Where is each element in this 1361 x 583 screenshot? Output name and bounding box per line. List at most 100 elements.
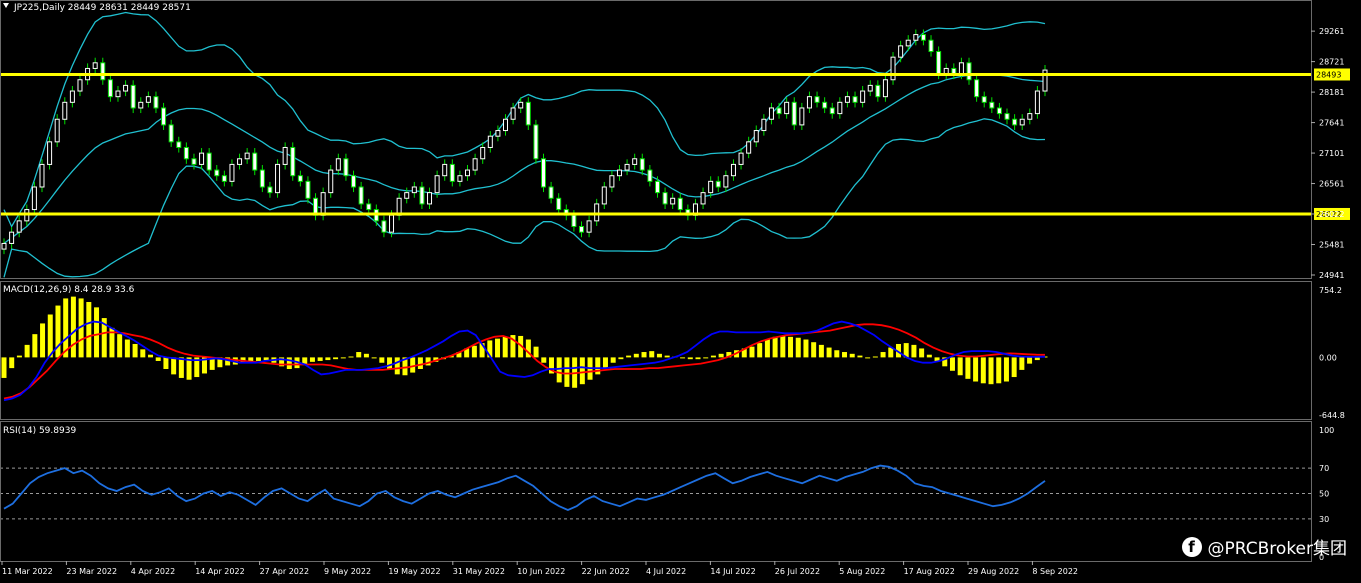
macd-histogram-bar xyxy=(687,357,693,360)
candle-body xyxy=(578,226,584,233)
macd-histogram-bar xyxy=(626,355,632,358)
candle-body xyxy=(259,169,265,188)
candle-body xyxy=(221,175,227,182)
macd-histogram-bar xyxy=(16,355,22,358)
candle-body xyxy=(328,169,334,194)
macd-signal-line xyxy=(3,323,1046,400)
candle-body xyxy=(1,242,7,250)
date-label: 22 Jun 2022 xyxy=(582,567,630,576)
macd-histogram-bar xyxy=(1,357,7,378)
candle-body xyxy=(936,51,942,75)
macd-histogram-bar xyxy=(872,356,878,358)
candle-body xyxy=(540,158,546,188)
candle-body xyxy=(981,96,987,103)
macd-histogram-bar xyxy=(363,353,369,358)
candle-body xyxy=(837,101,843,115)
macd-histogram-bar xyxy=(356,352,362,358)
candle-body xyxy=(548,186,554,199)
macd-histogram-bar xyxy=(24,344,30,358)
candle-body xyxy=(875,84,881,98)
candle-body xyxy=(1004,113,1010,120)
macd-histogram-bar xyxy=(680,357,686,359)
rsi-panel xyxy=(0,464,1311,520)
candle-body xyxy=(335,158,341,171)
price-panel xyxy=(0,11,1311,278)
candle-body xyxy=(237,158,243,165)
macd-histogram-bar xyxy=(710,355,716,358)
candle-body xyxy=(700,192,706,205)
macd-histogram-bar xyxy=(911,344,917,358)
candle-body xyxy=(746,141,752,154)
date-label: 23 Mar 2022 xyxy=(66,567,117,576)
chart-menu-triangle-icon[interactable] xyxy=(3,3,9,8)
candle-body xyxy=(404,192,410,199)
candle-body xyxy=(958,62,964,75)
macd-histogram-bar xyxy=(633,353,639,358)
macd-histogram-bar xyxy=(988,357,994,385)
macd-histogram-bar xyxy=(564,357,570,387)
macd-histogram-bar xyxy=(371,357,377,359)
macd-histogram-bar xyxy=(579,357,585,385)
macd-histogram-bar xyxy=(718,353,724,358)
candle-body xyxy=(267,186,273,194)
date-label: 5 Aug 2022 xyxy=(839,567,885,576)
macd-histogram-bar xyxy=(32,334,38,358)
candle-body xyxy=(47,141,53,165)
candle-body xyxy=(677,197,683,211)
candle-body xyxy=(62,101,68,120)
candle-body xyxy=(419,186,425,205)
macd-histogram-bar xyxy=(764,339,770,358)
candle-body xyxy=(533,124,539,160)
candle-body xyxy=(860,90,866,103)
candle-body xyxy=(168,124,174,143)
date-label: 4 Jul 2022 xyxy=(646,567,686,576)
candle-body xyxy=(77,79,83,92)
candle-body xyxy=(176,141,182,148)
candle-body xyxy=(647,169,653,182)
macd-histogram-bar xyxy=(957,357,963,376)
candle-body xyxy=(206,152,212,171)
macd-histogram-bar xyxy=(40,323,46,358)
candle-body xyxy=(852,96,858,103)
candle-body xyxy=(989,101,995,109)
trading-chart: 28493 26022 29261 28721 28181 27641 27101 26561… xyxy=(0,0,1350,576)
candle-body xyxy=(670,197,676,205)
rsi-tick-label: 50 xyxy=(1319,490,1329,499)
macd-histogram-bar xyxy=(834,350,840,358)
candle-body xyxy=(890,56,896,81)
macd-histogram-bar xyxy=(333,357,339,360)
candle-body xyxy=(632,158,638,165)
candle-body xyxy=(616,169,622,177)
candle-body xyxy=(601,186,607,205)
panel-frame xyxy=(0,421,1312,562)
date-label: 19 May 2022 xyxy=(388,567,440,576)
candle-body xyxy=(100,62,106,81)
macd-histogram-bar xyxy=(996,357,1002,384)
candle-body xyxy=(115,90,121,98)
candle-body xyxy=(829,107,835,115)
macd-histogram-bar xyxy=(379,357,385,363)
candle-body xyxy=(252,152,258,171)
macd-histogram-bar xyxy=(610,357,616,363)
date-label: 4 Apr 2022 xyxy=(131,567,175,576)
macd-histogram-bar xyxy=(556,357,562,383)
candle-body xyxy=(761,118,767,132)
candle-body xyxy=(130,84,136,109)
candle-body xyxy=(183,146,189,160)
candle-body xyxy=(609,175,615,188)
candle-body xyxy=(525,101,531,126)
macd-histogram-bar xyxy=(656,353,662,358)
candle-body xyxy=(1034,90,1040,115)
candle-body xyxy=(503,118,509,132)
date-label: 31 May 2022 xyxy=(453,567,505,576)
date-label: 8 Sep 2022 xyxy=(1032,567,1078,576)
candle-body xyxy=(305,180,311,199)
bollinger-middle-band xyxy=(3,73,1046,244)
candle-body xyxy=(487,135,493,148)
candle-body xyxy=(282,146,288,165)
date-label: 14 Jul 2022 xyxy=(710,567,755,576)
rsi-tick-label: 70 xyxy=(1319,464,1329,473)
macd-histogram-bar xyxy=(163,357,169,370)
price-tick-label: 26022 xyxy=(1319,210,1344,219)
macd-histogram-bar xyxy=(117,334,123,358)
